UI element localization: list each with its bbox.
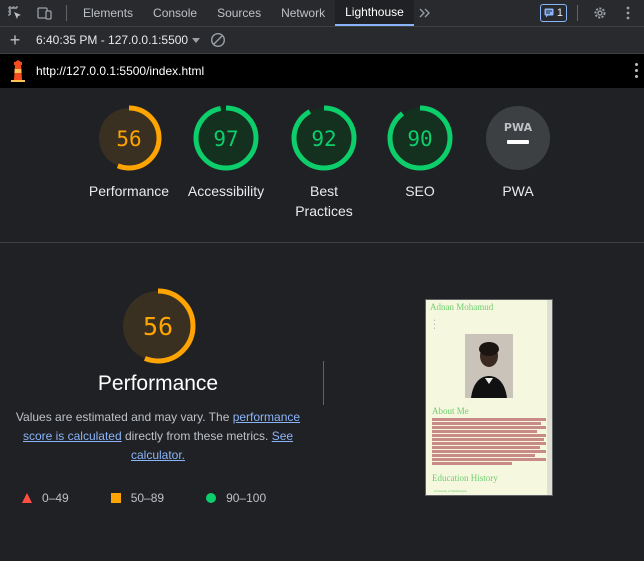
report-selector-value: 6:40:35 PM - 127.0.0.1:5500 [36,33,189,47]
message-icon [544,8,554,18]
gauge-seo[interactable]: 90 SEO [371,105,469,201]
gauge-performance-ring: 56 [96,105,162,171]
tab-elements[interactable]: Elements [73,0,143,26]
thumbnail-about-text [432,418,546,465]
gauge-seo-label: SEO [405,183,435,199]
desc-text-2: directly from these metrics. [121,429,272,443]
tab-lighthouse[interactable]: Lighthouse [335,0,414,26]
device-toolbar-icon[interactable] [30,0,60,26]
gauge-pwa-label: PWA [502,183,534,199]
inspect-element-icon[interactable] [0,0,30,26]
lighthouse-logo-icon [0,54,36,88]
gauge-best-practices-label-line2: Practices [295,203,353,219]
legend-fail-range: 0–49 [42,491,69,505]
gauge-best-practices-score: 92 [311,127,336,151]
report-selector[interactable]: 6:40:35 PM - 127.0.0.1:5500 [30,33,206,47]
thumbnail-about-heading: About Me [432,406,469,416]
square-icon [110,493,121,503]
more-tabs-chevron-icon[interactable] [414,0,436,26]
tab-console[interactable]: Console [143,0,207,26]
thumbnail-profile-photo [465,334,513,398]
gauge-best-practices[interactable]: 92 Best Practices [275,105,373,221]
gauge-performance-label: Performance [88,183,170,199]
pwa-badge-icon: PWA [486,106,550,170]
new-report-plus-icon[interactable]: + [0,27,30,53]
performance-summary: 56 Performance Values are estimated and … [12,288,304,465]
gauge-performance[interactable]: 56 Performance [80,105,178,201]
legend-pass-range: 90–100 [226,491,267,505]
thumbnail-education-item: University of Washington [434,489,468,493]
score-gauges-summary: 56 Performance 97 Accessibility 92 Best … [0,88,644,243]
gauge-accessibility-ring: 97 [193,105,259,171]
performance-description: Values are estimated and may vary. The p… [12,408,304,465]
tab-sources[interactable]: Sources [207,0,271,26]
gauge-accessibility-score: 97 [213,127,238,151]
triangle-icon [22,493,32,503]
issues-count: 1 [556,7,563,19]
gauge-performance-score: 56 [116,127,141,151]
more-options-icon[interactable] [616,0,640,26]
gauge-seo-ring: 90 [387,105,453,171]
gauge-best-practices-label-line1: Best [309,183,338,199]
tab-bar-right-controls: 1 [539,0,644,26]
gauge-best-practices-ring: 92 [291,105,357,171]
pwa-badge-text: PWA [504,121,533,134]
clear-reports-icon[interactable] [206,27,230,53]
thumbnail-nav-links [434,318,552,330]
page-screenshot-thumbnail[interactable]: Adnan Mohamud About Me Education History… [425,299,553,496]
gauge-pwa[interactable]: PWA PWA [469,105,567,201]
tab-separator [66,5,67,21]
report-url-bar: http://127.0.0.1:5500/index.html [0,54,644,88]
legend-pass: 90–100 [206,491,266,505]
lighthouse-toolbar: + 6:40:35 PM - 127.0.0.1:5500 [0,27,644,54]
performance-detail-section: 56 Performance Values are estimated and … [0,241,644,561]
vertical-divider [323,361,324,405]
legend-fail: 0–49 [22,491,69,505]
caret-down-icon [192,37,201,43]
performance-big-gauge: 56 [120,288,196,364]
legend-average-range: 50–89 [130,491,165,505]
desc-text-1: Values are estimated and may vary. The [15,410,233,424]
performance-title: Performance [97,372,219,395]
tab-network[interactable]: Network [271,0,335,26]
right-separator [577,5,578,21]
circle-icon [206,493,217,503]
gear-icon[interactable] [588,0,612,26]
thumbnail-name: Adnan Mohamud [430,302,494,312]
thumbnail-scrollbar [547,300,552,495]
devtools-tab-bar: Elements Console Sources Network Lightho… [0,0,644,27]
gauge-seo-score: 90 [407,127,432,151]
gauge-best-practices-label: Best Practices [295,181,353,221]
score-legend: 0–49 50–89 90–100 [22,491,308,505]
report-menu-icon[interactable] [634,63,638,78]
legend-average: 50–89 [110,491,165,505]
performance-big-score: 56 [143,312,173,341]
gauge-accessibility-label: Accessibility [187,183,265,199]
issues-badge[interactable]: 1 [539,4,567,22]
gauge-accessibility[interactable]: 97 Accessibility [177,105,275,201]
thumbnail-education-heading: Education History [432,473,498,483]
report-url[interactable]: http://127.0.0.1:5500/index.html [36,64,204,78]
